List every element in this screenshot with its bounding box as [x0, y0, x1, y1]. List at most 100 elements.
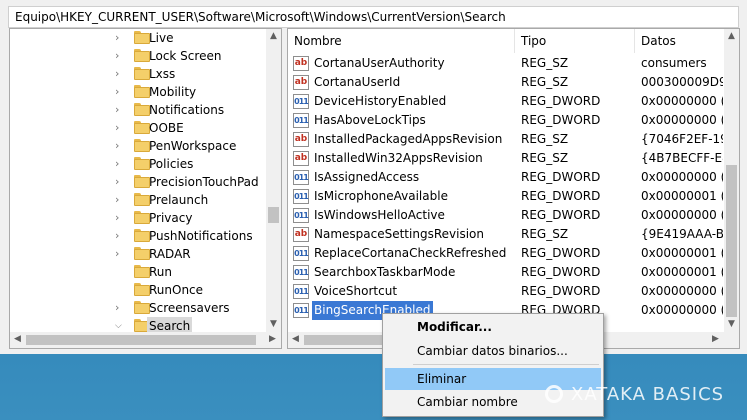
- tree-item-label: OOBE: [149, 121, 184, 135]
- chevron-right-icon[interactable]: ›: [115, 191, 125, 209]
- value-row[interactable]: 011 ReplaceCortanaCheckRefreshed REG_DWORD…: [288, 244, 723, 263]
- value-data: 0x00000000 (0): [641, 113, 723, 127]
- chevron-right-icon[interactable]: ›: [115, 119, 125, 137]
- scroll-left-icon[interactable]: ◀: [288, 332, 303, 347]
- value-row[interactable]: 011 SearchboxTaskbarMode REG_DWORD 0x000000…: [288, 263, 723, 282]
- value-type: REG_SZ: [521, 56, 569, 70]
- tree-item-label: Lxss: [149, 67, 176, 81]
- string-value-icon: ab: [293, 75, 309, 90]
- tree-item-label: PushNotifications: [149, 229, 253, 243]
- value-type: REG_DWORD: [521, 208, 601, 222]
- value-row[interactable]: ab InstalledPackagedAppsRevision REG_SZ {70…: [288, 130, 723, 149]
- chevron-right-icon[interactable]: ›: [115, 29, 125, 47]
- address-bar[interactable]: Equipo\HKEY_CURRENT_USER\Software\Micros…: [8, 6, 739, 28]
- tree-item-policies[interactable]: › Policies: [10, 155, 268, 173]
- scroll-left-icon[interactable]: ◀: [10, 332, 25, 347]
- binary-value-icon: 011: [293, 208, 309, 223]
- tree-item-lock-screen[interactable]: › Lock Screen: [10, 47, 268, 65]
- tree-item-run[interactable]: Run: [10, 263, 268, 281]
- chevron-right-icon[interactable]: ›: [115, 155, 125, 173]
- chevron-right-icon[interactable]: ›: [115, 245, 125, 263]
- chevron-right-icon[interactable]: ›: [115, 299, 125, 317]
- value-row[interactable]: 011 DeviceHistoryEnabled REG_DWORD 0x000000…: [288, 92, 723, 111]
- value-name: InstalledWin32AppsRevision: [314, 151, 483, 165]
- value-name: ReplaceCortanaCheckRefreshed: [314, 246, 507, 260]
- binary-value-icon: 011: [293, 303, 309, 318]
- value-row[interactable]: 011 IsMicrophoneAvailable REG_DWORD 0x00000…: [288, 187, 723, 206]
- value-row[interactable]: ab CortanaUserAuthority REG_SZ consumers: [288, 54, 718, 73]
- scroll-up-icon[interactable]: ▲: [266, 29, 281, 44]
- menu-item-modify[interactable]: Modificar...: [385, 316, 601, 338]
- value-row[interactable]: 011 HasAboveLockTips REG_DWORD 0x00000000 (…: [288, 111, 723, 130]
- scroll-thumb[interactable]: [726, 165, 737, 317]
- string-value-icon: ab: [293, 227, 309, 242]
- column-header-name[interactable]: Nombre: [288, 29, 515, 53]
- binary-value-icon: 011: [293, 113, 309, 128]
- chevron-right-icon[interactable]: ›: [115, 101, 125, 119]
- binary-value-icon: 011: [293, 246, 309, 261]
- value-row[interactable]: ab CortanaUserId REG_SZ 000300009D9E6: [288, 73, 723, 92]
- binary-value-icon: 011: [293, 94, 309, 109]
- tree-item-privacy[interactable]: › Privacy: [10, 209, 268, 227]
- tree-item-precisiontouchpad[interactable]: › PrecisionTouchPad: [10, 173, 268, 191]
- value-row[interactable]: 011 IsWindowsHelloActive REG_DWORD 0x000000…: [288, 206, 723, 225]
- binary-value-icon: 011: [293, 189, 309, 204]
- binary-value-icon: 011: [293, 265, 309, 280]
- value-type: REG_DWORD: [521, 189, 601, 203]
- tree-item-notifications[interactable]: › Notifications: [10, 101, 268, 119]
- values-pane[interactable]: Nombre Tipo Datos ab CortanaUserAuthority…: [287, 28, 740, 349]
- chevron-right-icon[interactable]: ›: [115, 65, 125, 83]
- tree-item-label: Privacy: [149, 211, 193, 225]
- tree-item-penworkspace[interactable]: › PenWorkspace: [10, 137, 268, 155]
- tree-item-screensavers[interactable]: › Screensavers: [10, 299, 268, 317]
- chevron-right-icon[interactable]: ›: [115, 83, 125, 101]
- value-row[interactable]: ab NamespaceSettingsRevision REG_SZ {9E419A…: [288, 225, 723, 244]
- tree-item-live[interactable]: › Live: [10, 29, 268, 47]
- tree-vertical-scrollbar[interactable]: ▲ ▼: [266, 29, 281, 332]
- window-top-strip: [0, 0, 747, 5]
- tree-item-lxss[interactable]: › Lxss: [10, 65, 268, 83]
- chevron-right-icon[interactable]: ›: [115, 227, 125, 245]
- value-row[interactable]: ab InstalledWin32AppsRevision REG_SZ {4B7BE…: [288, 149, 723, 168]
- value-row[interactable]: 011 IsAssignedAccess REG_DWORD 0x00000000 (…: [288, 168, 723, 187]
- chevron-right-icon[interactable]: ›: [115, 47, 125, 65]
- tree-horizontal-scrollbar[interactable]: ◀ ▶: [10, 332, 281, 348]
- column-header-data[interactable]: Datos: [635, 29, 725, 53]
- chevron-right-icon[interactable]: ›: [115, 137, 125, 155]
- scroll-down-icon[interactable]: ▼: [724, 317, 739, 332]
- value-name: HasAboveLockTips: [314, 113, 426, 127]
- scroll-thumb[interactable]: [268, 207, 279, 223]
- values-vertical-scrollbar[interactable]: ▲ ▼: [724, 29, 739, 332]
- chevron-right-icon[interactable]: ›: [115, 173, 125, 191]
- tree-item-mobility[interactable]: › Mobility: [10, 83, 268, 101]
- tree-item-label: Policies: [149, 157, 194, 171]
- column-header-type[interactable]: Tipo: [515, 29, 635, 53]
- value-type: REG_DWORD: [521, 265, 601, 279]
- tree-item-pushnotifications[interactable]: › PushNotifications: [10, 227, 268, 245]
- value-data: 0x00000000 (0): [641, 94, 723, 108]
- tree-item-oobe[interactable]: › OOBE: [10, 119, 268, 137]
- scroll-right-icon[interactable]: ▶: [265, 332, 280, 347]
- menu-separator: [413, 364, 599, 365]
- value-name: IsAssignedAccess: [314, 170, 420, 184]
- value-name: IsMicrophoneAvailable: [314, 189, 448, 203]
- key-tree-pane[interactable]: › Live › Lock Screen › Lxss › Mobility ›…: [9, 28, 282, 349]
- menu-item-modify-binary[interactable]: Cambiar datos binarios...: [385, 340, 601, 362]
- scroll-thumb[interactable]: [26, 335, 256, 345]
- value-data: 0x00000001 (1): [641, 189, 723, 203]
- scroll-thumb[interactable]: [304, 335, 394, 345]
- value-name: VoiceShortcut: [314, 284, 398, 298]
- tree-item-runonce[interactable]: RunOnce: [10, 281, 268, 299]
- tree-item-label: PenWorkspace: [149, 139, 237, 153]
- scroll-down-icon[interactable]: ▼: [266, 317, 281, 332]
- binary-value-icon: 011: [293, 170, 309, 185]
- scroll-up-icon[interactable]: ▲: [724, 29, 739, 44]
- tree-item-prelaunch[interactable]: › Prelaunch: [10, 191, 268, 209]
- scroll-right-icon[interactable]: ▶: [708, 332, 723, 347]
- chevron-right-icon[interactable]: ›: [115, 209, 125, 227]
- value-row[interactable]: 011 VoiceShortcut REG_DWORD 0x00000000 (0): [288, 282, 723, 301]
- binary-value-icon: 011: [293, 284, 309, 299]
- registry-editor-window: Equipo\HKEY_CURRENT_USER\Software\Micros…: [0, 0, 747, 354]
- value-data: 0x00000000 (0): [641, 170, 723, 184]
- tree-item-radar[interactable]: › RADAR: [10, 245, 268, 263]
